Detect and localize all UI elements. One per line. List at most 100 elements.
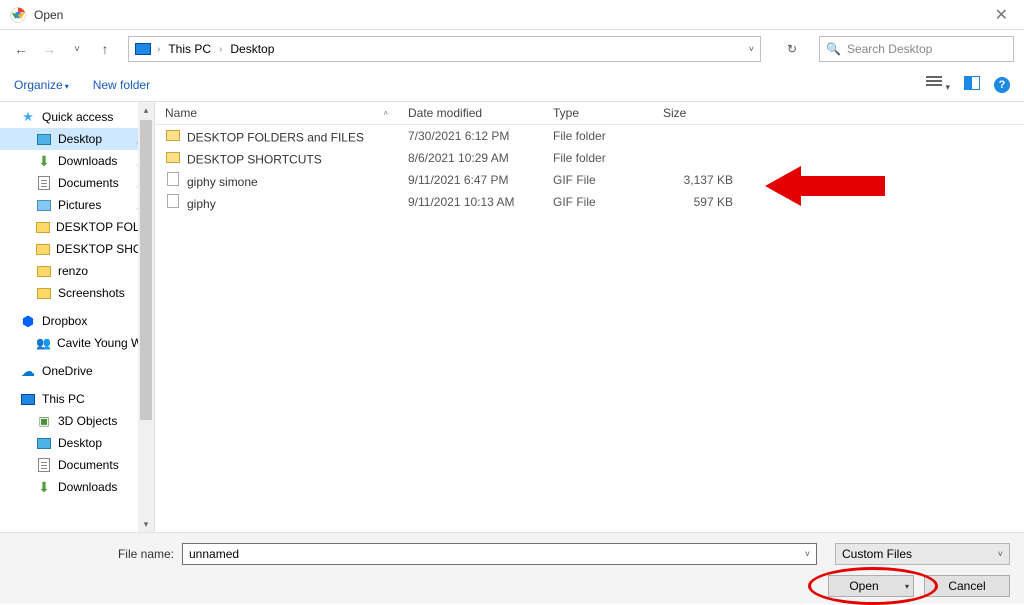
filename-value: unnamed xyxy=(189,547,239,561)
sidebar-scrollbar[interactable]: ▴ ▾ xyxy=(138,102,154,532)
table-row[interactable]: giphy simone9/11/2021 6:47 PMGIF File3,1… xyxy=(155,169,1024,191)
file-name: DESKTOP FOLDERS and FILES xyxy=(187,130,364,144)
pc-icon xyxy=(135,43,151,55)
sidebar-label: Downloads xyxy=(58,154,117,168)
preview-pane-button[interactable] xyxy=(964,76,980,93)
sidebar-label: Downloads xyxy=(58,480,117,494)
table-row[interactable]: DESKTOP FOLDERS and FILES7/30/2021 6:12 … xyxy=(155,125,1024,147)
pc-icon xyxy=(21,394,35,405)
file-date: 8/6/2021 10:29 AM xyxy=(398,147,543,169)
scroll-down-icon[interactable]: ▾ xyxy=(144,516,149,532)
sidebar-item-desktop[interactable]: Desktop xyxy=(0,432,154,454)
sidebar-item-pictures[interactable]: Pictures 📌 xyxy=(0,194,154,216)
sidebar-label: OneDrive xyxy=(42,364,93,378)
table-row[interactable]: DESKTOP SHORTCUTS 8/6/2021 10:29 AMFile f… xyxy=(155,147,1024,169)
sidebar-item-folder[interactable]: Screenshots xyxy=(0,282,154,304)
main-area: ★ Quick access Desktop 📌 ⬇ Downloads 📌 D… xyxy=(0,102,1024,532)
sidebar-item-downloads[interactable]: ⬇ Downloads 📌 xyxy=(0,150,154,172)
cloud-icon: ☁ xyxy=(20,363,36,379)
forward-button[interactable]: → xyxy=(38,38,60,60)
col-name[interactable]: Name ˄ xyxy=(155,102,398,124)
cancel-label: Cancel xyxy=(948,579,985,593)
file-type: File folder xyxy=(543,125,653,147)
scroll-thumb[interactable] xyxy=(140,120,152,420)
table-row[interactable]: giphy9/11/2021 10:13 AMGIF File597 KB xyxy=(155,191,1024,213)
up-button[interactable]: ↑ xyxy=(94,38,116,60)
open-button[interactable]: Open ▾ xyxy=(828,575,914,597)
file-name: DESKTOP SHORTCUTS xyxy=(187,152,322,166)
close-icon[interactable]: ✕ xyxy=(989,5,1014,25)
sidebar-item-folder[interactable]: DESKTOP SHORTCUTS xyxy=(0,238,154,260)
header-label: Name xyxy=(165,106,197,120)
folder-icon xyxy=(37,288,51,299)
desktop-icon xyxy=(37,134,51,145)
folder-icon xyxy=(165,128,181,144)
sidebar-this-pc[interactable]: This PC xyxy=(0,388,154,410)
sort-asc-icon: ˄ xyxy=(383,109,388,118)
sidebar-item-documents[interactable]: Documents xyxy=(0,454,154,476)
filename-input[interactable]: unnamed ˅ xyxy=(182,543,817,565)
titlebar: Open ✕ xyxy=(0,0,1024,30)
sidebar-item-folder[interactable]: DESKTOP FOLDERS and FILES xyxy=(0,216,154,238)
help-icon[interactable]: ? xyxy=(994,77,1010,93)
search-icon: 🔍 xyxy=(826,42,841,56)
sidebar-item-downloads[interactable]: ⬇ Downloads xyxy=(0,476,154,498)
col-size[interactable]: Size xyxy=(653,102,743,124)
bottom-bar: File name: unnamed ˅ Custom Files ˅ Open… xyxy=(0,532,1024,604)
sidebar-item-folder[interactable]: 👥 Cavite Young Writers xyxy=(0,332,154,354)
desktop-icon xyxy=(37,438,51,449)
chrome-icon xyxy=(10,7,26,23)
breadcrumb-root[interactable]: This PC xyxy=(166,42,213,56)
file-size xyxy=(653,154,743,162)
breadcrumb-leaf[interactable]: Desktop xyxy=(228,42,276,56)
file-type: File folder xyxy=(543,147,653,169)
file-rows: DESKTOP FOLDERS and FILES7/30/2021 6:12 … xyxy=(155,125,1024,532)
refresh-button[interactable]: ↻ xyxy=(777,36,807,62)
organize-menu[interactable]: Organize▾ xyxy=(14,78,69,92)
sidebar-quick-access[interactable]: ★ Quick access xyxy=(0,106,154,128)
col-date[interactable]: Date modified xyxy=(398,102,543,124)
cancel-button[interactable]: Cancel xyxy=(924,575,1010,597)
new-folder-button[interactable]: New folder xyxy=(93,78,150,92)
file-size xyxy=(653,132,743,140)
sidebar-dropbox[interactable]: ⬢ Dropbox xyxy=(0,310,154,332)
recent-locations-button[interactable]: ˅ xyxy=(66,38,88,60)
document-icon xyxy=(38,458,50,472)
sidebar: ★ Quick access Desktop 📌 ⬇ Downloads 📌 D… xyxy=(0,102,155,532)
sidebar-label: 3D Objects xyxy=(58,414,117,428)
sidebar-label: Quick access xyxy=(42,110,113,124)
sidebar-label: This PC xyxy=(42,392,85,406)
folder-icon xyxy=(165,150,181,166)
nav-row: ← → ˅ ↑ › This PC › Desktop ˅ ↻ 🔍 Search… xyxy=(0,30,1024,68)
document-icon xyxy=(38,176,50,190)
file-list: Name ˄ Date modified Type Size DESKTOP F… xyxy=(155,102,1024,532)
sidebar-item-folder[interactable]: renzo xyxy=(0,260,154,282)
window-title: Open xyxy=(34,8,63,22)
view-mode-button[interactable]: ▾ xyxy=(926,76,950,93)
file-icon xyxy=(165,171,181,187)
folder-icon xyxy=(37,266,51,277)
folder-icon xyxy=(36,222,50,233)
file-date: 9/11/2021 6:47 PM xyxy=(398,169,543,191)
col-type[interactable]: Type xyxy=(543,102,653,124)
file-name: giphy xyxy=(187,197,216,211)
sidebar-label: Pictures xyxy=(58,198,101,212)
back-button[interactable]: ← xyxy=(10,38,32,60)
chevron-down-icon[interactable]: ˅ xyxy=(749,44,754,54)
sidebar-label: Desktop xyxy=(58,436,102,450)
filename-label: File name: xyxy=(14,547,174,561)
sidebar-onedrive[interactable]: ☁ OneDrive xyxy=(0,360,154,382)
open-label: Open xyxy=(849,579,878,593)
address-bar[interactable]: › This PC › Desktop ˅ xyxy=(128,36,761,62)
organize-label: Organize xyxy=(14,78,63,92)
chevron-down-icon[interactable]: ˅ xyxy=(805,549,810,559)
chevron-right-icon: › xyxy=(157,44,160,55)
sidebar-item-documents[interactable]: Documents 📌 xyxy=(0,172,154,194)
scroll-up-icon[interactable]: ▴ xyxy=(144,102,149,118)
search-input[interactable]: 🔍 Search Desktop xyxy=(819,36,1014,62)
sidebar-item-desktop[interactable]: Desktop 📌 xyxy=(0,128,154,150)
sidebar-item-3dobjects[interactable]: ▣ 3D Objects xyxy=(0,410,154,432)
chevron-down-icon: ˅ xyxy=(998,549,1003,559)
star-icon: ★ xyxy=(20,109,36,125)
file-type-filter[interactable]: Custom Files ˅ xyxy=(835,543,1010,565)
